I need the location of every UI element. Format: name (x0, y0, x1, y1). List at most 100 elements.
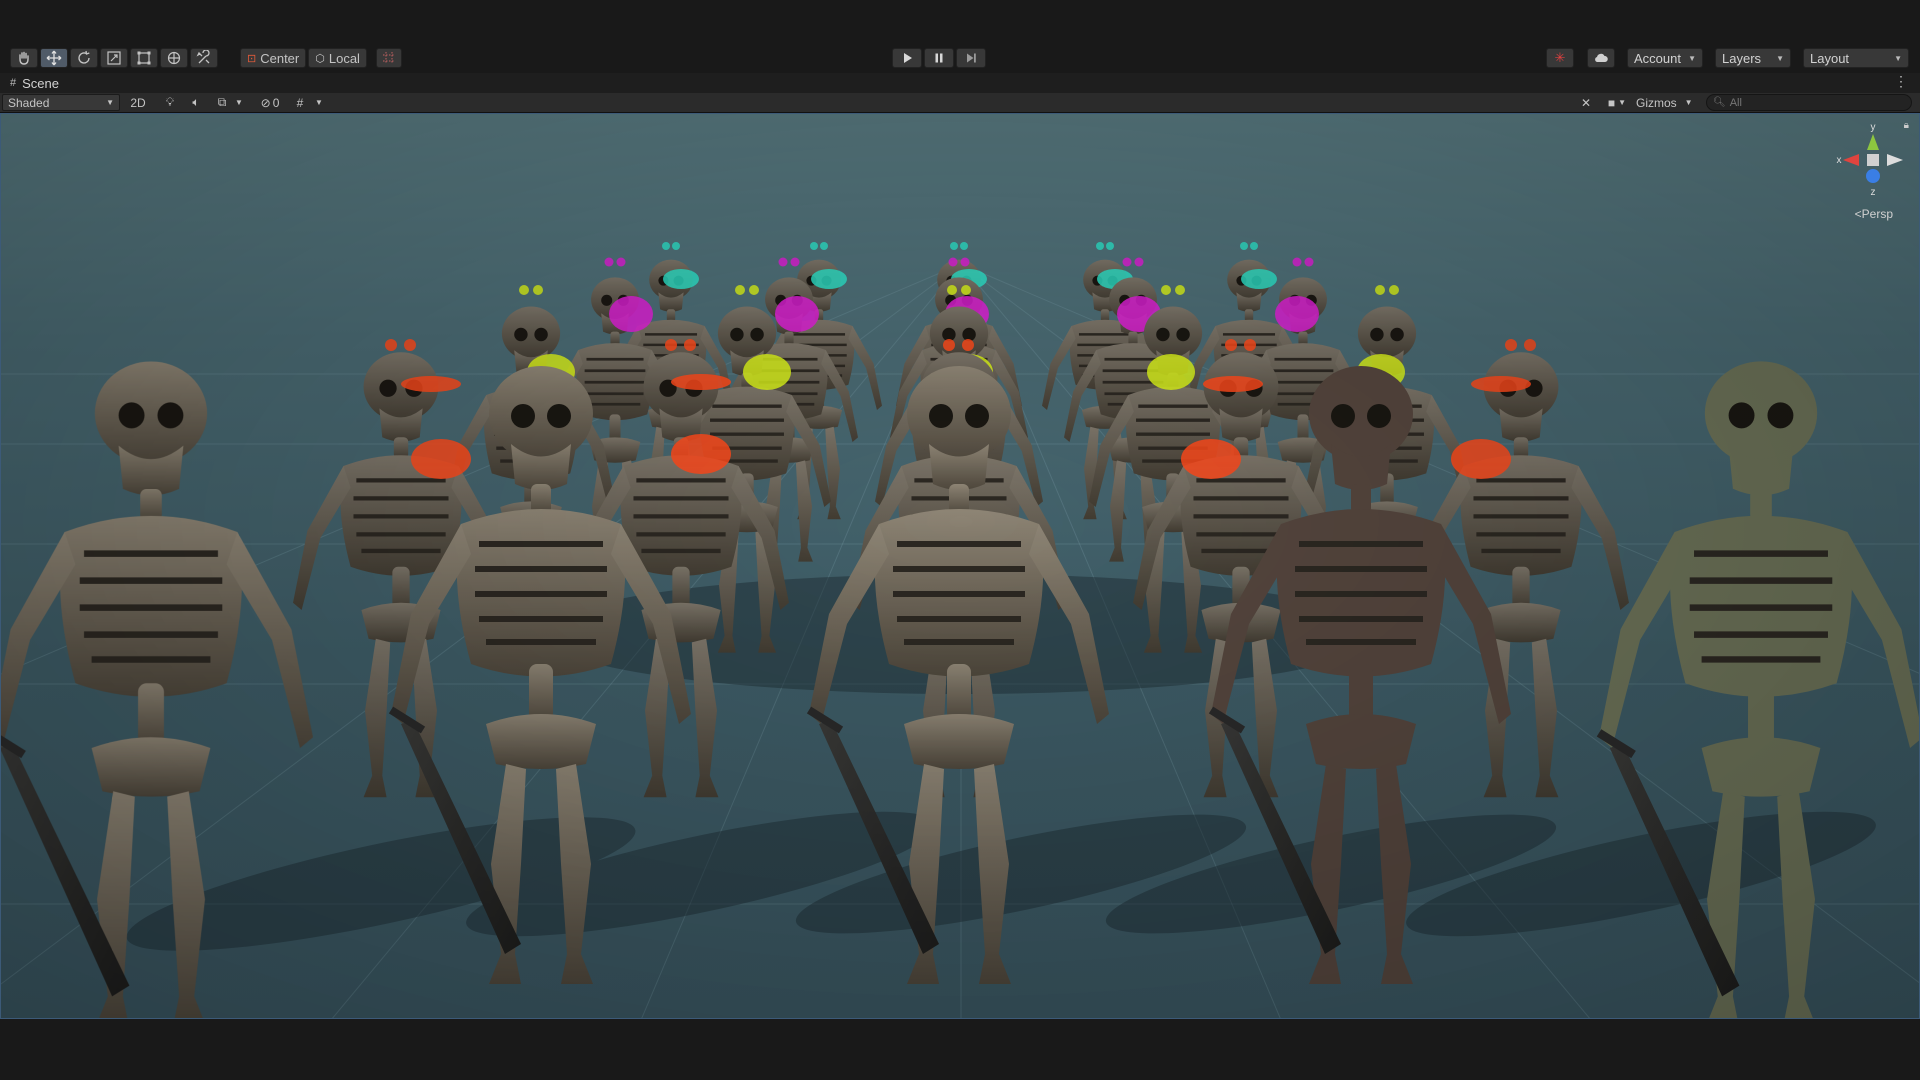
playmode-group (892, 48, 988, 68)
tab-scene[interactable]: # Scene (0, 76, 59, 91)
rotate-tool-button[interactable] (70, 48, 98, 68)
lock-icon[interactable]: 🔒︎ (1904, 120, 1909, 131)
chevron-down-icon: ▼ (315, 98, 323, 107)
pivot-local-button[interactable]: ⬡ Local (308, 48, 367, 68)
kebab-menu-icon[interactable]: ⋮ (1894, 73, 1908, 90)
gizmo-y-axis[interactable] (1867, 134, 1879, 150)
layers-dropdown[interactable]: Layers ▼ (1715, 48, 1791, 68)
hand-icon (19, 51, 29, 65)
tab-scene-label: Scene (22, 75, 59, 91)
wrench-icon (196, 50, 210, 64)
pivot-local-label: Local (328, 50, 360, 66)
rect-tool-button[interactable] (130, 48, 158, 68)
grid-snap-group (376, 48, 404, 68)
rotate-icon (78, 50, 90, 64)
gizmo-x-label: x (1837, 155, 1842, 166)
gizmo-y-label: y (1871, 122, 1876, 133)
grid-snap-icon (383, 52, 395, 64)
chevron-down-icon: ▼ (1684, 98, 1693, 107)
effects-dropdown[interactable]: ▼ (232, 94, 246, 111)
gizmo-neg-x-axis[interactable] (1887, 154, 1903, 166)
cloud-icon (1595, 53, 1608, 62)
chevron-down-icon: ▼ (1776, 53, 1784, 63)
grid-icon: # (10, 77, 17, 89)
projection-toggle[interactable]: <Persp (1855, 207, 1893, 221)
collab-icon: ✳ (1554, 50, 1566, 65)
move-icon (46, 50, 62, 66)
pivot-center-label: Center (260, 50, 300, 66)
scene-viewport[interactable]: y x z 🔒︎ <Persp (0, 113, 1920, 1019)
collab-button[interactable]: ✳ (1546, 48, 1574, 68)
window-tab-row: # Scene ⋮ (0, 73, 1920, 93)
chevron-down-icon: ▼ (1618, 98, 1627, 107)
grid-toggle[interactable]: # (290, 94, 310, 111)
pause-button[interactable] (924, 48, 954, 68)
search-icon: 🔍︎ (1713, 97, 1726, 108)
gizmos-label: Gizmos (1636, 95, 1677, 110)
grid-dropdown[interactable]: ▼ (312, 94, 326, 111)
projection-label: Persp (1861, 207, 1893, 221)
lighting-toggle[interactable]: 💡︎ (160, 94, 180, 111)
gizmos-dropdown[interactable]: Gizmos ▼ (1636, 94, 1702, 111)
gizmo-z-label: z (1871, 187, 1876, 198)
chevron-down-icon: ▼ (235, 98, 243, 107)
effects-icon: ⧉ (217, 95, 227, 109)
scene-canvas (1, 114, 1919, 1018)
local-space-icon: ⬡ (315, 52, 325, 65)
main-toolbar: ⊡ Center ⬡ Local ✳ Account ▼ Layers ▼ La… (0, 44, 1920, 72)
toggle-2d-label: 2D (130, 95, 146, 110)
grid-icon: # (296, 95, 304, 110)
chevron-down-icon: ▼ (1688, 53, 1696, 63)
account-label: Account (1634, 50, 1681, 66)
move-tool-button[interactable] (40, 48, 68, 68)
layout-label: Layout (1810, 50, 1850, 66)
gizmo-z-axis[interactable] (1866, 169, 1880, 183)
scene-view-toolbar: Shaded ▼ 2D 💡︎ 🔈︎ ⧉ ▼ ⊘ 0 # ▼ ✕ ■ ▼ Gizm… (0, 93, 1920, 113)
audio-toggle[interactable]: 🔈︎ (186, 94, 206, 111)
chevron-down-icon: ▼ (1894, 53, 1902, 63)
services-group: ✳ (1546, 48, 1576, 68)
step-icon (967, 53, 976, 63)
custom-tool-button[interactable] (190, 48, 218, 68)
scene-search-input[interactable]: 🔍︎ All (1706, 94, 1912, 111)
chevron-down-icon: ▼ (106, 98, 114, 107)
grid-snap-button[interactable] (376, 48, 402, 68)
search-placeholder: All (1729, 96, 1742, 109)
account-dropdown[interactable]: Account ▼ (1627, 48, 1703, 68)
persp-icon: < (1854, 207, 1862, 221)
layout-dropdown[interactable]: Layout ▼ (1803, 48, 1909, 68)
hand-tool-button[interactable] (10, 48, 38, 68)
tool-group (10, 48, 220, 68)
play-icon (904, 53, 912, 63)
camera-dropdown[interactable]: ■ ▼ (1604, 94, 1630, 111)
draw-mode-label: Shaded (8, 95, 50, 110)
orientation-gizmo[interactable]: y x z (1833, 120, 1913, 220)
camera-icon: ■ (1607, 95, 1616, 110)
gizmo-center-cube[interactable] (1867, 154, 1879, 166)
gizmo-x-axis[interactable] (1843, 154, 1859, 166)
rect-icon (137, 51, 151, 65)
speaker-icon: 🔈︎ (192, 95, 200, 109)
lightbulb-icon: 💡︎ (165, 95, 175, 109)
transform-tool-button[interactable] (160, 48, 188, 68)
eye-hidden-icon: ⊘ (260, 95, 271, 110)
scene-visibility-toggle[interactable]: ⊘ 0 (254, 94, 286, 111)
tools-toggle[interactable]: ✕ (1576, 94, 1596, 111)
toggle-2d-button[interactable]: 2D (126, 94, 150, 111)
pivot-group: ⊡ Center ⬡ Local (240, 48, 369, 68)
layers-label: Layers (1722, 50, 1762, 66)
cloud-group (1587, 48, 1617, 68)
hidden-count: 0 (272, 95, 280, 110)
play-button[interactable] (892, 48, 922, 68)
pause-icon (935, 53, 943, 63)
draw-mode-dropdown[interactable]: Shaded ▼ (2, 94, 120, 111)
step-button[interactable] (956, 48, 986, 68)
effects-toggle[interactable]: ⧉ (212, 94, 232, 111)
pivot-center-icon: ⊡ (247, 52, 257, 65)
scale-icon (107, 51, 121, 65)
transform-icon (167, 51, 181, 65)
cloud-button[interactable] (1587, 48, 1615, 68)
wrench-icon: ✕ (1580, 95, 1592, 110)
pivot-center-button[interactable]: ⊡ Center (240, 48, 307, 68)
scale-tool-button[interactable] (100, 48, 128, 68)
